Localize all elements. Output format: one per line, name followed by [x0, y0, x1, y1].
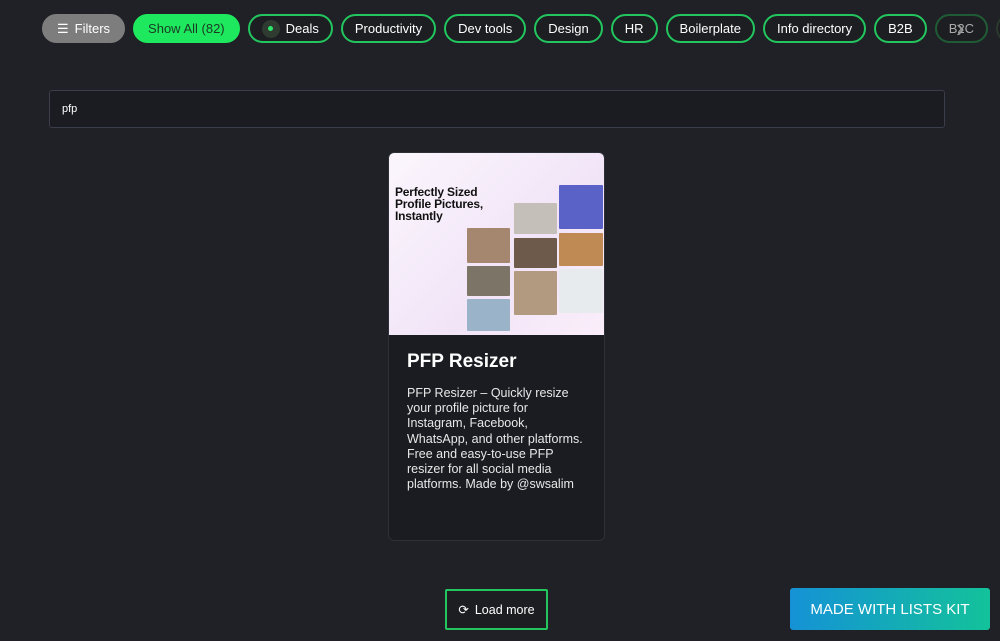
- filters-button[interactable]: ☰ Filters: [42, 14, 126, 43]
- show-all-chip[interactable]: Show All (82): [133, 14, 240, 43]
- chip-productivity[interactable]: Productivity: [340, 14, 437, 43]
- chip-dev-tools[interactable]: Dev tools: [444, 14, 527, 43]
- chip-hidden[interactable]: [996, 14, 1000, 43]
- chevron-right-icon[interactable]: ›: [956, 14, 965, 43]
- chip-design[interactable]: Design: [534, 14, 603, 43]
- sliders-icon: ☰: [57, 20, 69, 36]
- card-thumbnail: Perfectly Sized Profile Pictures, Instan…: [389, 153, 604, 335]
- search-input[interactable]: [49, 90, 945, 128]
- refresh-icon: ⟳: [458, 603, 469, 617]
- card-description: PFP Resizer – Quickly resize your profil…: [407, 386, 583, 492]
- card-title: PFP Resizer: [407, 351, 517, 372]
- card-pfp-resizer[interactable]: Perfectly Sized Profile Pictures, Instan…: [388, 152, 605, 541]
- chip-info-directory[interactable]: Info directory: [762, 14, 867, 43]
- filter-bar: ☰ Filters Show All (82) Deals Productivit…: [42, 14, 1000, 43]
- chip-deals[interactable]: Deals: [247, 14, 333, 43]
- dot-icon: [261, 19, 280, 38]
- chip-boilerplate[interactable]: Boilerplate: [665, 14, 755, 43]
- load-more-button[interactable]: ⟳ Load more: [445, 589, 548, 630]
- chip-b2b[interactable]: B2B: [874, 14, 927, 43]
- made-with-lists-kit-button[interactable]: MADE WITH LISTS KIT: [790, 588, 990, 630]
- chip-hr[interactable]: HR: [610, 14, 658, 43]
